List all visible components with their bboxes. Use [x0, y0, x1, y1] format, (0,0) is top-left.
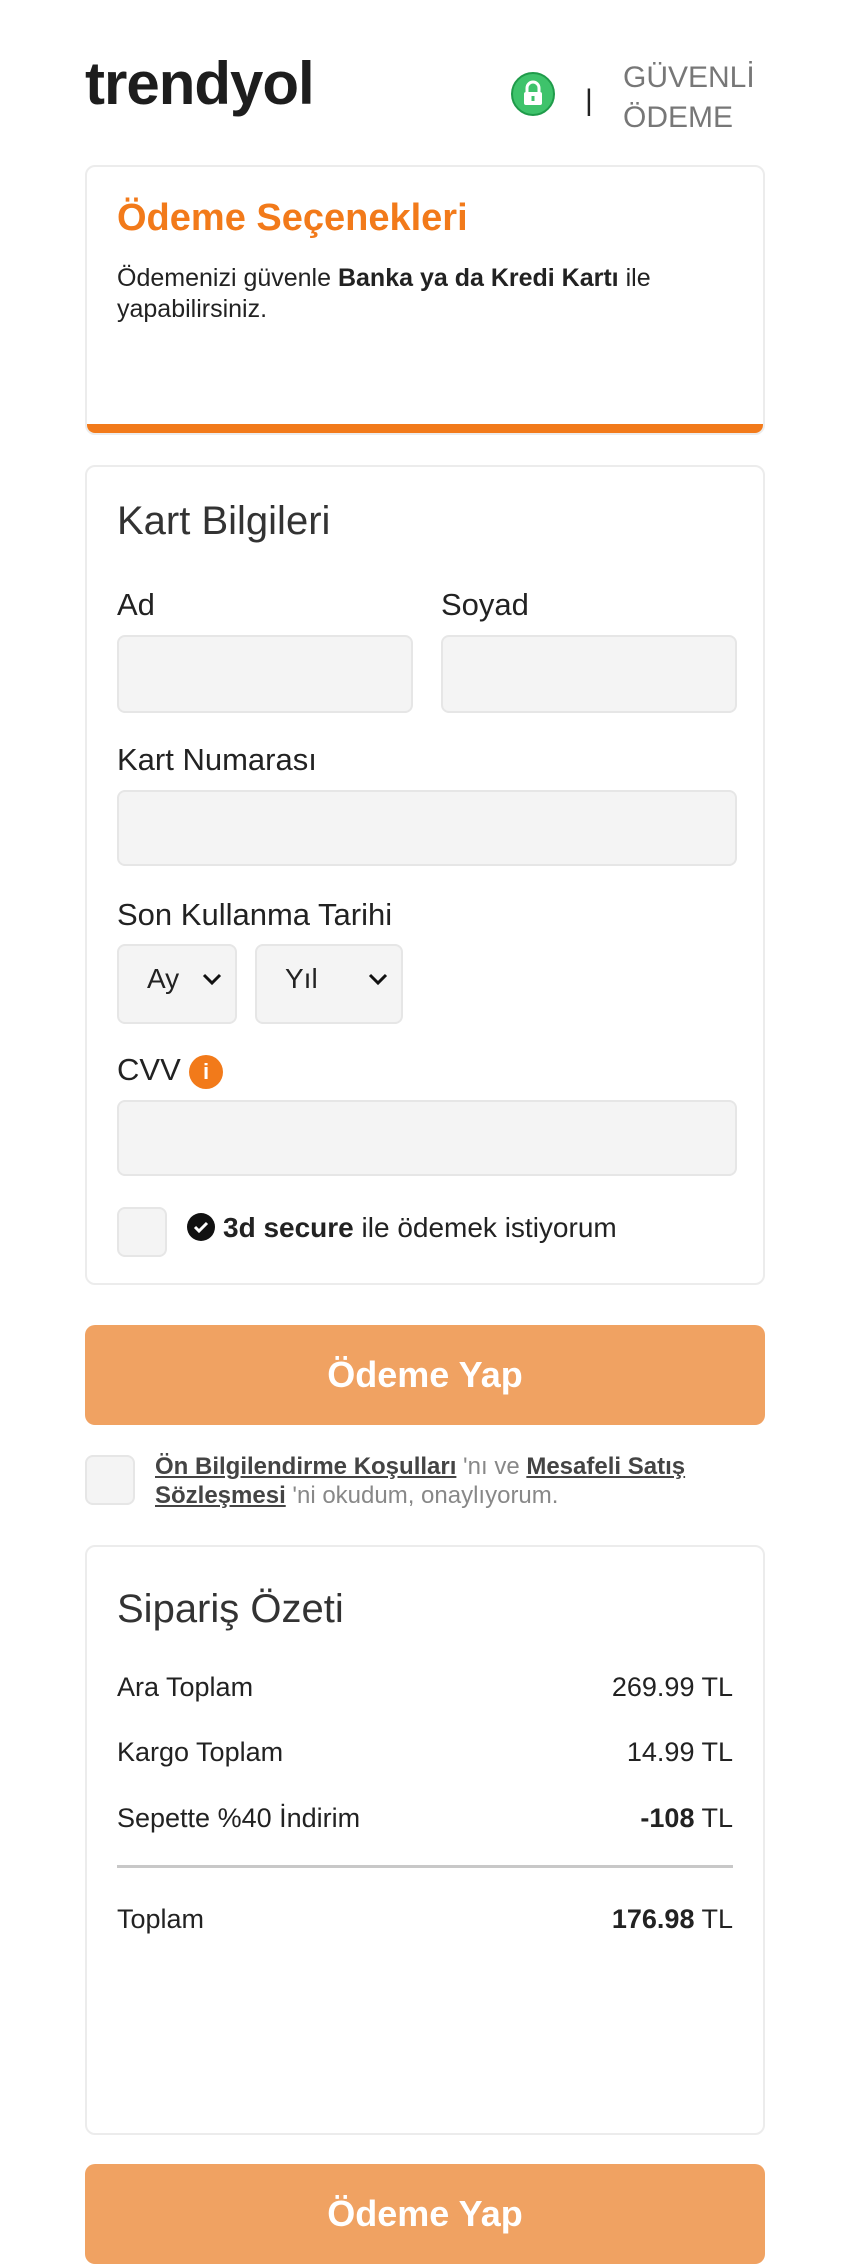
- order-summary-card: Sipariş Özeti Ara Toplam 269.99 TL Kargo…: [85, 1545, 765, 2135]
- last-name-input[interactable]: [441, 635, 737, 713]
- cvv-input[interactable]: [117, 1100, 737, 1176]
- payment-options-description: Ödemenizi güvenle Banka ya da Kredi Kart…: [117, 264, 651, 323]
- trendyol-logo[interactable]: trendyol: [85, 54, 315, 114]
- pay-button-bottom[interactable]: Ödeme Yap: [85, 2164, 765, 2264]
- 3d-secure-checkbox[interactable]: [117, 1207, 167, 1257]
- first-name-label: Ad: [117, 587, 155, 622]
- card-info-form: Kart Bilgileri Ad Soyad Kart Numarası So…: [85, 465, 765, 1285]
- lock-icon: [511, 72, 555, 116]
- card-number-label: Kart Numarası: [117, 742, 317, 777]
- check-circle-icon: [187, 1212, 215, 1241]
- card-info-title: Kart Bilgileri: [117, 499, 331, 543]
- subtotal-row: Ara Toplam 269.99 TL: [117, 1672, 733, 1702]
- summary-divider: [117, 1865, 733, 1868]
- chevron-down-icon: [202, 973, 222, 986]
- terms-text: Ön Bilgilendirme Koşulları 'nı ve Mesafe…: [155, 1453, 686, 1509]
- first-name-input[interactable]: [117, 635, 413, 713]
- last-name-label: Soyad: [441, 587, 529, 622]
- expiry-month-select[interactable]: Ay: [117, 944, 237, 1024]
- preliminary-info-link[interactable]: Ön Bilgilendirme Koşulları: [155, 1453, 456, 1480]
- chevron-down-icon: [368, 973, 388, 986]
- total-value: 176.98: [611, 1904, 695, 1934]
- expiry-year-value: Yıl: [285, 963, 318, 994]
- header: trendyol | GÜVENLİ ÖDEME: [85, 40, 765, 150]
- 3d-secure-label: 3d secure ile ödemek istiyorum: [187, 1212, 617, 1244]
- pay-button[interactable]: Ödeme Yap: [85, 1325, 765, 1425]
- cvv-label: CVV: [117, 1052, 181, 1087]
- terms-checkbox[interactable]: [85, 1455, 135, 1505]
- card-number-input[interactable]: [117, 790, 737, 866]
- discount-value: -108: [640, 1803, 695, 1833]
- payment-option-active-bar: [87, 424, 763, 433]
- expiry-year-select[interactable]: Yıl: [255, 944, 403, 1024]
- expiry-label: Son Kullanma Tarihi: [117, 897, 393, 932]
- order-summary-title: Sipariş Özeti: [117, 1587, 344, 1631]
- total-row: Toplam 176.98 TL: [117, 1904, 733, 1934]
- discount-row: Sepette %40 İndirim -108 TL: [117, 1803, 733, 1833]
- expiry-month-value: Ay: [147, 963, 180, 994]
- shipping-row: Kargo Toplam 14.99 TL: [117, 1737, 733, 1767]
- header-separator: |: [585, 84, 593, 117]
- subtotal-value: 269.99: [611, 1672, 695, 1702]
- payment-options-card: Ödeme Seçenekleri Ödemenizi güvenle Bank…: [85, 165, 765, 435]
- payment-options-title: Ödeme Seçenekleri: [117, 197, 468, 239]
- secure-payment-label: GÜVENLİ ÖDEME: [623, 61, 755, 134]
- info-icon[interactable]: i: [189, 1055, 223, 1089]
- shipping-value: 14.99: [626, 1737, 695, 1767]
